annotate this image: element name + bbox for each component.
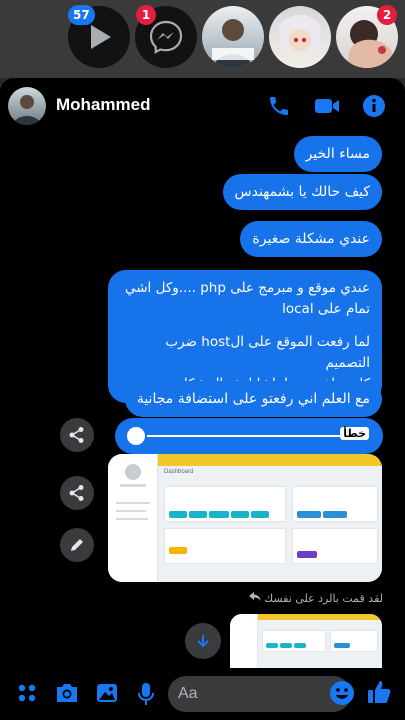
attachment-card — [262, 630, 326, 652]
conversation-panel: Mohammed مساء الخير كيف حالك يا بشمهندس … — [0, 78, 405, 720]
attachment-sidebar — [230, 614, 258, 670]
info-icon[interactable] — [362, 94, 386, 118]
attachment-title: Dashboard — [164, 469, 194, 475]
share-button[interactable] — [60, 418, 94, 452]
contact-chathead-2[interactable] — [269, 6, 331, 68]
arrow-down-icon — [197, 635, 209, 648]
user-avatar-icon — [116, 464, 150, 520]
messenger-icon — [149, 20, 183, 54]
avatar-icon — [14, 95, 40, 125]
attachment-content — [258, 620, 382, 670]
message-bubble[interactable]: عندي مشكلة صغيرة — [240, 221, 382, 257]
conversation-header: Mohammed — [0, 78, 405, 134]
phone-call-icon[interactable] — [267, 94, 291, 118]
attachment-card — [292, 486, 378, 522]
attachment-card — [164, 486, 286, 522]
gallery-icon[interactable] — [95, 682, 119, 704]
attachment-card — [292, 528, 378, 564]
message-composer[interactable] — [168, 676, 354, 712]
attachment-card — [164, 528, 286, 564]
message-line: عندي موقع و مبرمج على php ....وكل اشي — [124, 280, 370, 296]
message-bubble[interactable]: مع العلم اني رفعتو على استضافة مجانية — [124, 381, 382, 417]
avatar-icon — [212, 19, 254, 68]
reply-note: لقد قمت بالرد على نفسك — [248, 592, 383, 605]
attachment-content: Dashboard — [158, 466, 382, 582]
message-bubble[interactable]: كيف حالك يا بشمهندس — [222, 174, 382, 210]
edit-button[interactable] — [60, 528, 94, 562]
share-button[interactable] — [60, 476, 94, 510]
attachment-card — [330, 630, 378, 652]
unread-badge: 57 — [68, 5, 95, 25]
contact-name[interactable]: Mohammed — [56, 95, 150, 115]
composer-bar — [0, 668, 405, 720]
image-attachment[interactable]: Dashboard — [108, 454, 382, 582]
share-icon — [69, 485, 84, 501]
attachment-topbar — [158, 454, 382, 466]
image-attachment-partial[interactable] — [230, 614, 382, 670]
message-line: لما رفعت الموقع على الhost ضرب التصميم — [165, 334, 370, 371]
video-call-icon[interactable] — [313, 94, 341, 118]
camera-icon[interactable] — [54, 682, 80, 704]
message-line: تمام على local — [282, 301, 370, 317]
play-icon — [91, 25, 111, 49]
contact-avatar[interactable] — [8, 87, 46, 125]
pencil-icon — [71, 539, 83, 551]
message-bubble[interactable]: مساء الخير — [293, 136, 382, 172]
avatar-icon — [279, 14, 321, 56]
scroll-to-bottom-button[interactable] — [185, 623, 221, 659]
unread-badge: 1 — [136, 5, 156, 25]
audio-waveform[interactable] — [147, 435, 342, 437]
audio-duration-label: خطأ — [340, 427, 369, 440]
emoji-icon[interactable] — [329, 680, 355, 706]
message-input[interactable] — [178, 682, 308, 706]
reply-note-text: لقد قمت بالرد على نفسك — [264, 592, 383, 605]
microphone-icon[interactable] — [136, 682, 156, 706]
apps-icon[interactable] — [16, 682, 38, 704]
attachment-sidebar — [108, 454, 158, 582]
chat-heads-bar: 57 1 2 — [0, 0, 405, 78]
contact-chathead-1[interactable] — [202, 6, 264, 68]
unread-badge: 2 — [377, 5, 397, 25]
audio-play-button[interactable] — [127, 427, 145, 445]
audio-message[interactable]: خطأ — [115, 418, 383, 454]
reply-arrow-icon — [248, 592, 261, 601]
share-icon — [69, 427, 84, 443]
thumbs-up-icon[interactable] — [366, 679, 392, 705]
